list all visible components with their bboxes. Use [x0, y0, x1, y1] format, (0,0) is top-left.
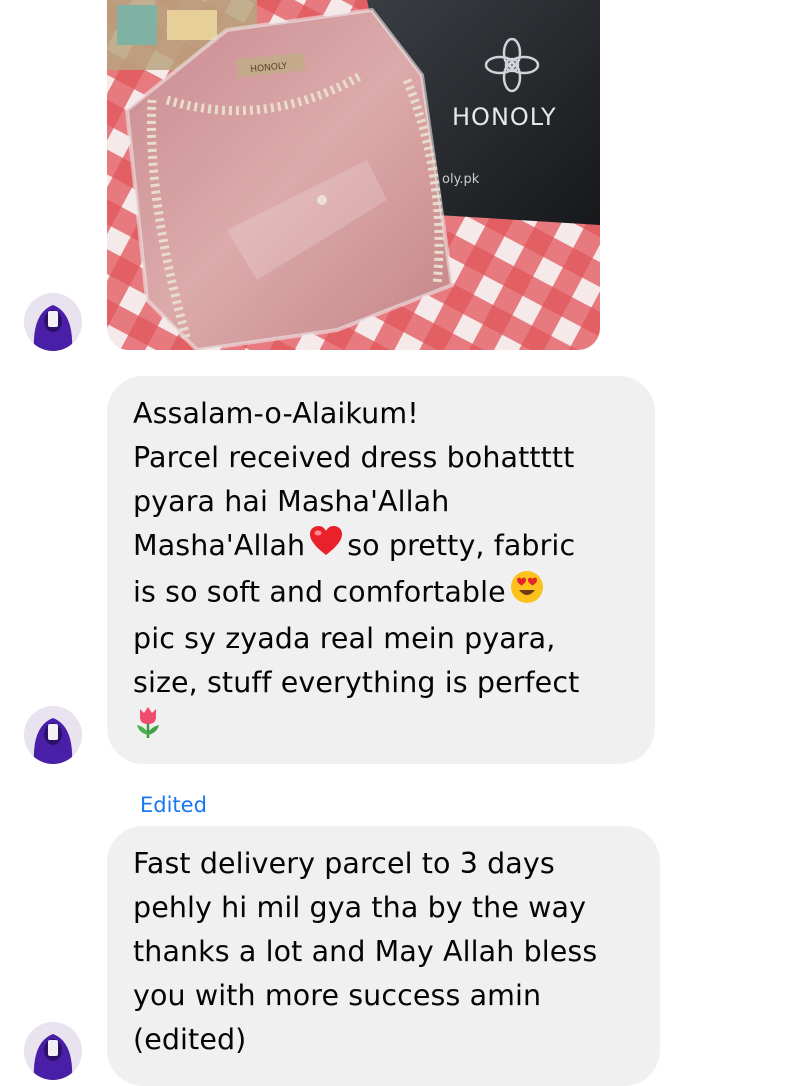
message-line: size, stuff everything is perfect [133, 665, 580, 699]
heart-eyes-face-icon [510, 570, 544, 617]
message-text: so pretty, fabric [347, 529, 576, 562]
message-line: pehly hi mil gya tha by the way [133, 891, 587, 924]
message-text: is so soft and comfortable [133, 575, 506, 608]
sender-avatar[interactable] [24, 706, 82, 764]
sender-avatar[interactable] [24, 293, 82, 351]
message-line-with-emoji: Masha'Allah so pretty, fabric [133, 524, 629, 570]
message-line: pyara hai Masha'Allah [133, 485, 450, 518]
message-bubble[interactable]: Assalam-o-Alaikum! Parcel received dress… [107, 376, 655, 764]
message-line: pic sy zyada real mein pyara, [133, 621, 556, 655]
tulip-icon [133, 705, 163, 752]
edited-link[interactable]: Edited [140, 793, 207, 817]
message-line-with-emoji: is so soft and comfortable [133, 570, 629, 617]
message-line: you with more success amin [133, 979, 542, 1012]
message-line: thanks a lot and May Allah bless [133, 935, 598, 968]
dress-parcel-photo: HONOLY oly.pk HONOLY [107, 0, 600, 350]
bag-brand-text: HONOLY [452, 103, 557, 131]
message-line: Assalam-o-Alaikum! [133, 397, 419, 430]
red-heart-icon [309, 525, 343, 570]
bag-url-text: oly.pk [442, 172, 480, 187]
message-bubble[interactable]: Fast delivery parcel to 3 days pehly hi … [107, 826, 660, 1086]
message-text: Masha'Allah [133, 529, 306, 562]
message-line: Fast delivery parcel to 3 days [133, 847, 555, 880]
avatar-image [24, 1022, 82, 1080]
message-line [133, 705, 629, 752]
sender-avatar[interactable] [24, 1022, 82, 1080]
avatar-image [24, 293, 82, 351]
photo-attachment[interactable]: HONOLY oly.pk HONOLY [107, 0, 600, 350]
message-line: (edited) [133, 1023, 247, 1056]
message-line: Parcel received dress bohattttt [133, 441, 575, 474]
avatar-image [24, 706, 82, 764]
